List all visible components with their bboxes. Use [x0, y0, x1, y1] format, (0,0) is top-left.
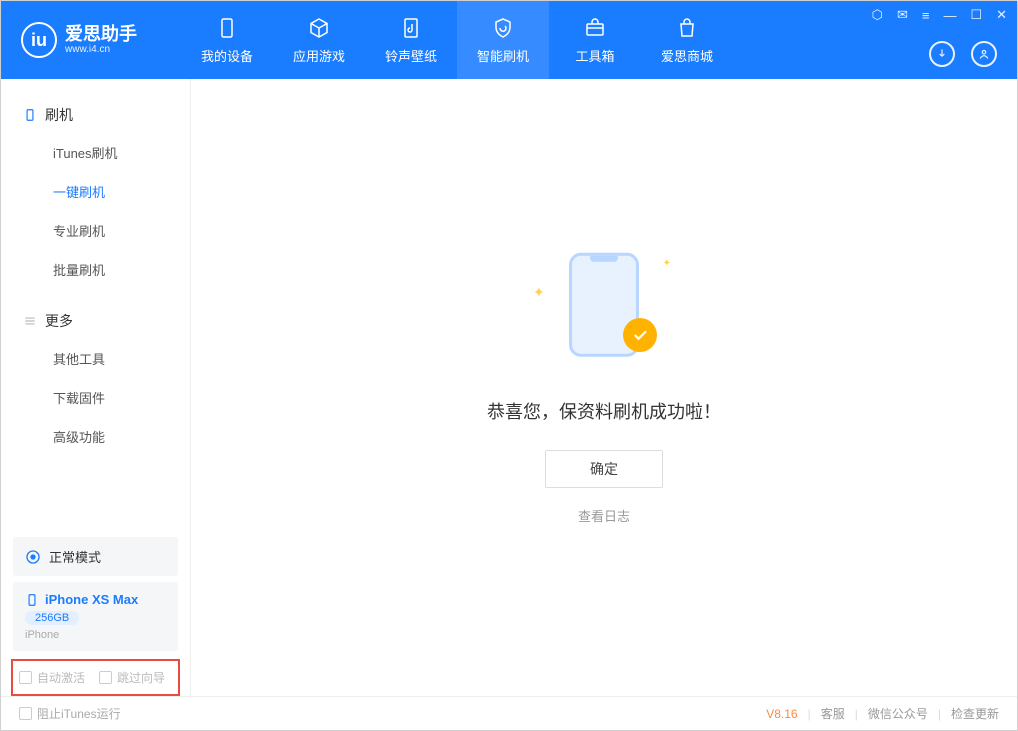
feedback-icon[interactable]: ✉ [897, 7, 908, 23]
auto-activate-checkbox[interactable]: 自动激活 [19, 669, 85, 686]
sidebar-item-oneclick-flash[interactable]: 一键刷机 [1, 172, 190, 211]
titlebar-controls: ⬡ ✉ ≡ ― ☐ ✕ [872, 7, 1007, 23]
tab-label: 智能刷机 [477, 46, 529, 65]
version-label: V8.16 [766, 707, 797, 721]
tab-ringtones-wallpapers[interactable]: 铃声壁纸 [365, 1, 457, 79]
tab-label: 爱思商城 [661, 46, 713, 65]
normal-mode-card[interactable]: 正常模式 [13, 537, 178, 576]
logo-area: iu 爱思助手 www.i4.cn [1, 22, 181, 58]
tshirt-icon[interactable]: ⬡ [872, 7, 883, 23]
status-bar: 阻止iTunes运行 V8.16 | 客服 | 微信公众号 | 检查更新 [1, 696, 1017, 730]
phone-icon [215, 16, 239, 40]
ok-button[interactable]: 确定 [545, 450, 663, 488]
main-content: ✦ ✦ 恭喜您，保资料刷机成功啦！ 确定 查看日志 [191, 79, 1017, 696]
device-icon [23, 108, 37, 122]
section-header-more: 更多 [1, 303, 190, 339]
view-log-link[interactable]: 查看日志 [578, 506, 630, 525]
app-name: 爱思助手 [65, 25, 137, 45]
success-illustration: ✦ ✦ [539, 250, 669, 370]
checkbox-box [19, 671, 32, 684]
minimize-icon[interactable]: ― [943, 8, 956, 23]
device-card[interactable]: iPhone XS Max 256GB iPhone [13, 582, 178, 651]
section-header-flash: 刷机 [1, 97, 190, 133]
tab-label: 铃声壁纸 [385, 46, 437, 65]
tab-store[interactable]: 爱思商城 [641, 1, 733, 79]
success-message: 恭喜您，保资料刷机成功啦！ [487, 398, 721, 424]
body-area: 刷机 iTunes刷机 一键刷机 专业刷机 批量刷机 更多 其他工具 下载固件 … [1, 79, 1017, 696]
sidebar-item-pro-flash[interactable]: 专业刷机 [1, 211, 190, 250]
tab-apps-games[interactable]: 应用游戏 [273, 1, 365, 79]
sparkle-icon: ✦ [533, 284, 545, 301]
tab-label: 我的设备 [201, 46, 253, 65]
tab-my-device[interactable]: 我的设备 [181, 1, 273, 79]
device-type: iPhone [25, 629, 59, 641]
logo-icon: iu [21, 22, 57, 58]
device-name: iPhone XS Max [45, 592, 138, 607]
header-actions [929, 41, 997, 67]
download-icon[interactable] [929, 41, 955, 67]
menu-icon[interactable]: ≡ [922, 8, 930, 23]
app-url: www.i4.cn [65, 44, 137, 55]
sidebar-item-advanced[interactable]: 高级功能 [1, 417, 190, 456]
checkbox-box [19, 707, 32, 720]
phone-small-icon [25, 593, 39, 607]
sidebar-item-other-tools[interactable]: 其他工具 [1, 339, 190, 378]
device-capacity: 256GB [25, 611, 79, 625]
footer-link-update[interactable]: 检查更新 [951, 705, 999, 722]
mode-icon [25, 549, 41, 565]
checkbox-box [99, 671, 112, 684]
shield-refresh-icon [491, 16, 515, 40]
sidebar-item-batch-flash[interactable]: 批量刷机 [1, 250, 190, 289]
nav-tabs: 我的设备 应用游戏 铃声壁纸 智能刷机 工具箱 爱思商城 [181, 1, 733, 79]
close-icon[interactable]: ✕ [996, 7, 1007, 23]
sidebar: 刷机 iTunes刷机 一键刷机 专业刷机 批量刷机 更多 其他工具 下载固件 … [1, 79, 191, 696]
tab-label: 应用游戏 [293, 46, 345, 65]
stop-itunes-checkbox[interactable]: 阻止iTunes运行 [19, 705, 121, 722]
bag-icon [675, 16, 699, 40]
sidebar-item-download-firmware[interactable]: 下载固件 [1, 378, 190, 417]
user-icon[interactable] [971, 41, 997, 67]
sparkle-icon: ✦ [663, 258, 671, 269]
tab-toolbox[interactable]: 工具箱 [549, 1, 641, 79]
app-header: iu 爱思助手 www.i4.cn 我的设备 应用游戏 铃声壁纸 智能刷机 工具… [1, 1, 1017, 79]
music-file-icon [399, 16, 423, 40]
tab-smart-flash[interactable]: 智能刷机 [457, 1, 549, 79]
list-icon [23, 314, 37, 328]
maximize-icon[interactable]: ☐ [970, 7, 982, 23]
footer-link-support[interactable]: 客服 [821, 705, 845, 722]
sidebar-item-itunes-flash[interactable]: iTunes刷机 [1, 133, 190, 172]
footer-link-wechat[interactable]: 微信公众号 [868, 705, 928, 722]
check-badge-icon [623, 318, 657, 352]
highlighted-options: 自动激活 跳过向导 [11, 659, 180, 696]
cube-icon [307, 16, 331, 40]
tab-label: 工具箱 [575, 46, 614, 65]
toolbox-icon [583, 16, 607, 40]
skip-guide-checkbox[interactable]: 跳过向导 [99, 669, 165, 686]
